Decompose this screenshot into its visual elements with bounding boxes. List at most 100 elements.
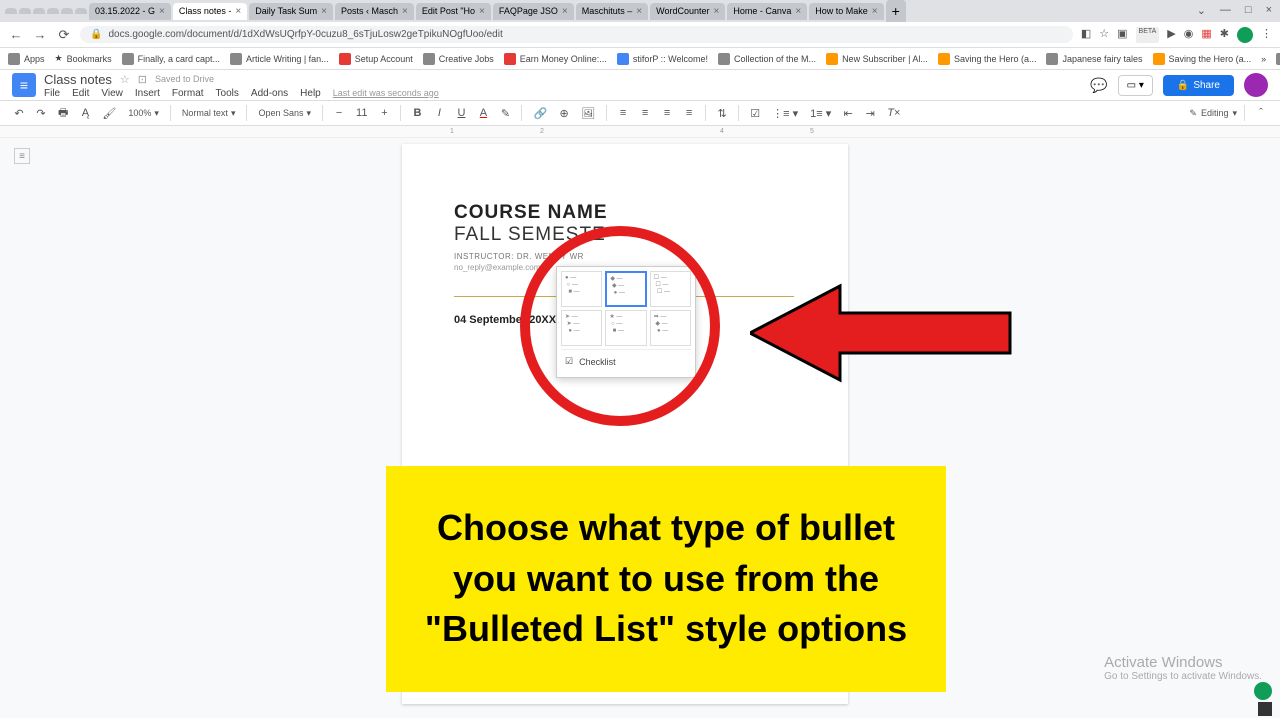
line-spacing-button[interactable]: ⇅ (713, 104, 731, 123)
menu-edit[interactable]: Edit (72, 88, 89, 99)
close-icon[interactable]: × (479, 6, 485, 17)
bookmark[interactable]: New Subscriber | Al... (826, 53, 928, 65)
bullet-style-option[interactable]: ★ — ○ — ■ — (605, 310, 646, 346)
last-edit-link[interactable]: Last edit was seconds ago (333, 88, 439, 99)
tab[interactable] (5, 8, 17, 14)
tab[interactable]: 03.15.2022 - G× (89, 3, 171, 20)
docs-logo-icon[interactable]: ≡ (12, 73, 36, 97)
comment-button[interactable]: ⊕ (555, 104, 573, 123)
bookmark[interactable]: Collection of the M... (718, 53, 816, 65)
close-icon[interactable]: × (872, 6, 878, 17)
menu-help[interactable]: Help (300, 88, 321, 99)
move-icon[interactable]: ⊡ (138, 73, 147, 86)
close-icon[interactable]: × (321, 6, 327, 17)
align-justify-button[interactable]: ≡ (680, 104, 698, 122)
font-increase-button[interactable]: + (375, 104, 393, 122)
text-color-button[interactable]: A (474, 104, 492, 122)
ext-icon[interactable]: ▣ (1117, 27, 1127, 43)
tab-active[interactable]: Class notes - × (173, 3, 247, 20)
forward-button[interactable]: → (32, 27, 48, 43)
close-icon[interactable]: × (795, 6, 801, 17)
align-left-button[interactable]: ≡ (614, 104, 632, 122)
undo-button[interactable]: ↶ (10, 104, 28, 123)
menu-icon[interactable]: ⋮ (1261, 27, 1272, 43)
tab[interactable]: How to Make× (809, 3, 883, 20)
collapse-button[interactable]: ˆ (1252, 104, 1270, 122)
avatar[interactable] (1244, 73, 1268, 97)
tab[interactable]: Daily Task Sum× (249, 3, 333, 20)
ext-icon[interactable]: ◧ (1081, 27, 1091, 43)
style-select[interactable]: Normal text ▾ (178, 106, 240, 121)
checklist-button[interactable]: ☑ (746, 104, 764, 123)
back-button[interactable]: ← (8, 27, 24, 43)
outdent-button[interactable]: ⇤ (839, 104, 857, 123)
close-icon[interactable]: × (714, 6, 720, 17)
menu-file[interactable]: File (44, 88, 60, 99)
doc-title[interactable]: Class notes (44, 72, 112, 87)
menu-addons[interactable]: Add-ons (251, 88, 288, 99)
bookmark[interactable]: Article Writing | fan... (230, 53, 329, 65)
maximize-icon[interactable]: □ (1245, 4, 1252, 17)
link-button[interactable]: 🔗 (529, 104, 551, 123)
comment-icon[interactable]: 💬 (1090, 77, 1107, 94)
align-center-button[interactable]: ≡ (636, 104, 654, 122)
close-icon[interactable]: × (636, 6, 642, 17)
ext-icon[interactable]: ▶ (1167, 27, 1175, 43)
menu-insert[interactable]: Insert (135, 88, 160, 99)
tab[interactable] (47, 8, 59, 14)
chevron-down-icon[interactable]: ⌄ (1197, 4, 1206, 17)
paint-format-button[interactable]: 🖌 (98, 104, 120, 123)
bookmark[interactable]: Japanese fairy tales (1046, 53, 1142, 65)
tab[interactable]: Edit Post "Ho× (416, 3, 491, 20)
present-button[interactable]: ▭ ▾ (1118, 75, 1153, 96)
share-button[interactable]: 🔒Share (1163, 75, 1234, 96)
tab[interactable] (19, 8, 31, 14)
bookmark[interactable]: Setup Account (339, 53, 413, 65)
outline-button[interactable]: ≡ (14, 148, 30, 164)
tab[interactable]: FAQPage JSO× (493, 3, 574, 20)
explore-button[interactable] (1254, 682, 1272, 700)
clear-format-button[interactable]: T× (883, 104, 904, 122)
checklist-option[interactable]: ☑Checklist (561, 349, 691, 373)
bookmark[interactable]: Saving the Hero (a... (1153, 53, 1252, 65)
highlight-button[interactable]: ✎ (496, 104, 514, 123)
close-icon[interactable]: × (402, 6, 408, 17)
tab[interactable] (61, 8, 73, 14)
reading-list[interactable]: Reading (1276, 53, 1280, 65)
reload-button[interactable]: ⟳ (56, 27, 72, 43)
bookmark[interactable]: stiforP :: Welcome! (617, 53, 708, 65)
image-button[interactable]: 🖼 (577, 104, 599, 123)
menu-view[interactable]: View (101, 88, 123, 99)
menu-tools[interactable]: Tools (216, 88, 239, 99)
bullet-style-option[interactable]: ● — ○ — ■ — (561, 271, 602, 307)
bookmark[interactable]: Earn Money Online:... (504, 53, 607, 65)
close-icon[interactable]: × (235, 6, 241, 17)
zoom-select[interactable]: 100% ▾ (124, 106, 163, 121)
bookmark[interactable]: Saving the Hero (a... (938, 53, 1037, 65)
font-decrease-button[interactable]: − (330, 104, 348, 122)
font-size-input[interactable]: 11 (352, 104, 371, 122)
close-icon[interactable]: × (1266, 4, 1272, 17)
spellcheck-button[interactable]: Ą (76, 104, 94, 122)
bullet-style-option[interactable]: ➡ — ◆ — ● — (650, 310, 691, 346)
close-icon[interactable]: × (562, 6, 568, 17)
tab[interactable]: WordCounter× (650, 3, 725, 20)
beta-badge[interactable]: BETA (1136, 27, 1160, 43)
bullet-style-option-selected[interactable]: ◆ — ◆ — ● — (605, 271, 646, 307)
ext-icon[interactable]: ▦ (1201, 27, 1211, 43)
bookmark[interactable]: Creative Jobs (423, 53, 494, 65)
bookmark[interactable]: Finally, a card capt... (122, 53, 220, 65)
indent-button[interactable]: ⇥ (861, 104, 879, 123)
star-icon[interactable]: ☆ (1099, 27, 1109, 43)
tab[interactable]: Posts ‹ Masch× (335, 3, 414, 20)
star-icon[interactable]: ☆ (120, 73, 130, 86)
bulleted-list-button[interactable]: ⋮≡ ▾ (768, 104, 802, 123)
bookmark-overflow[interactable]: » (1261, 54, 1266, 64)
align-right-button[interactable]: ≡ (658, 104, 676, 122)
numbered-list-button[interactable]: 1≡ ▾ (806, 104, 835, 123)
tab[interactable] (33, 8, 45, 14)
bullet-style-option[interactable]: ☐ — ☐ — ☐ — (650, 271, 691, 307)
editing-mode-button[interactable]: ✎ Editing ▾ (1189, 108, 1237, 119)
print-button[interactable]: 🖶 (54, 101, 72, 126)
tab[interactable]: Maschituts –× (576, 3, 648, 20)
